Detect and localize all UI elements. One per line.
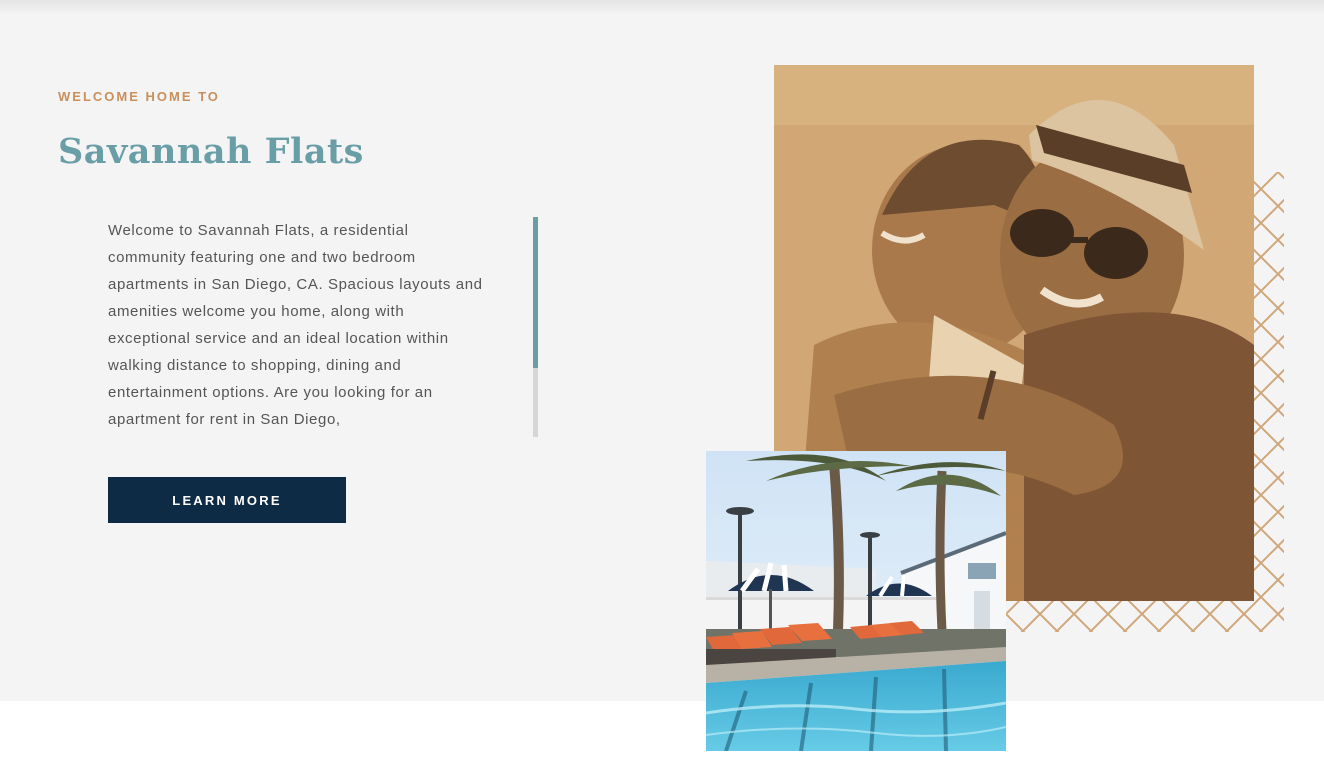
header-shadow [0, 0, 1324, 14]
description-scroll-area[interactable]: Welcome to Savannah Flats, a residential… [108, 217, 488, 437]
description-text: Welcome to Savannah Flats, a residential… [108, 222, 483, 428]
description-scrollbar-thumb[interactable] [533, 217, 538, 368]
eyebrow-label: WELCOME HOME TO [58, 89, 220, 104]
pool-photo [706, 451, 1006, 751]
page-title: Savannah Flats [58, 131, 364, 172]
learn-more-button[interactable]: LEARN MORE [108, 477, 346, 523]
